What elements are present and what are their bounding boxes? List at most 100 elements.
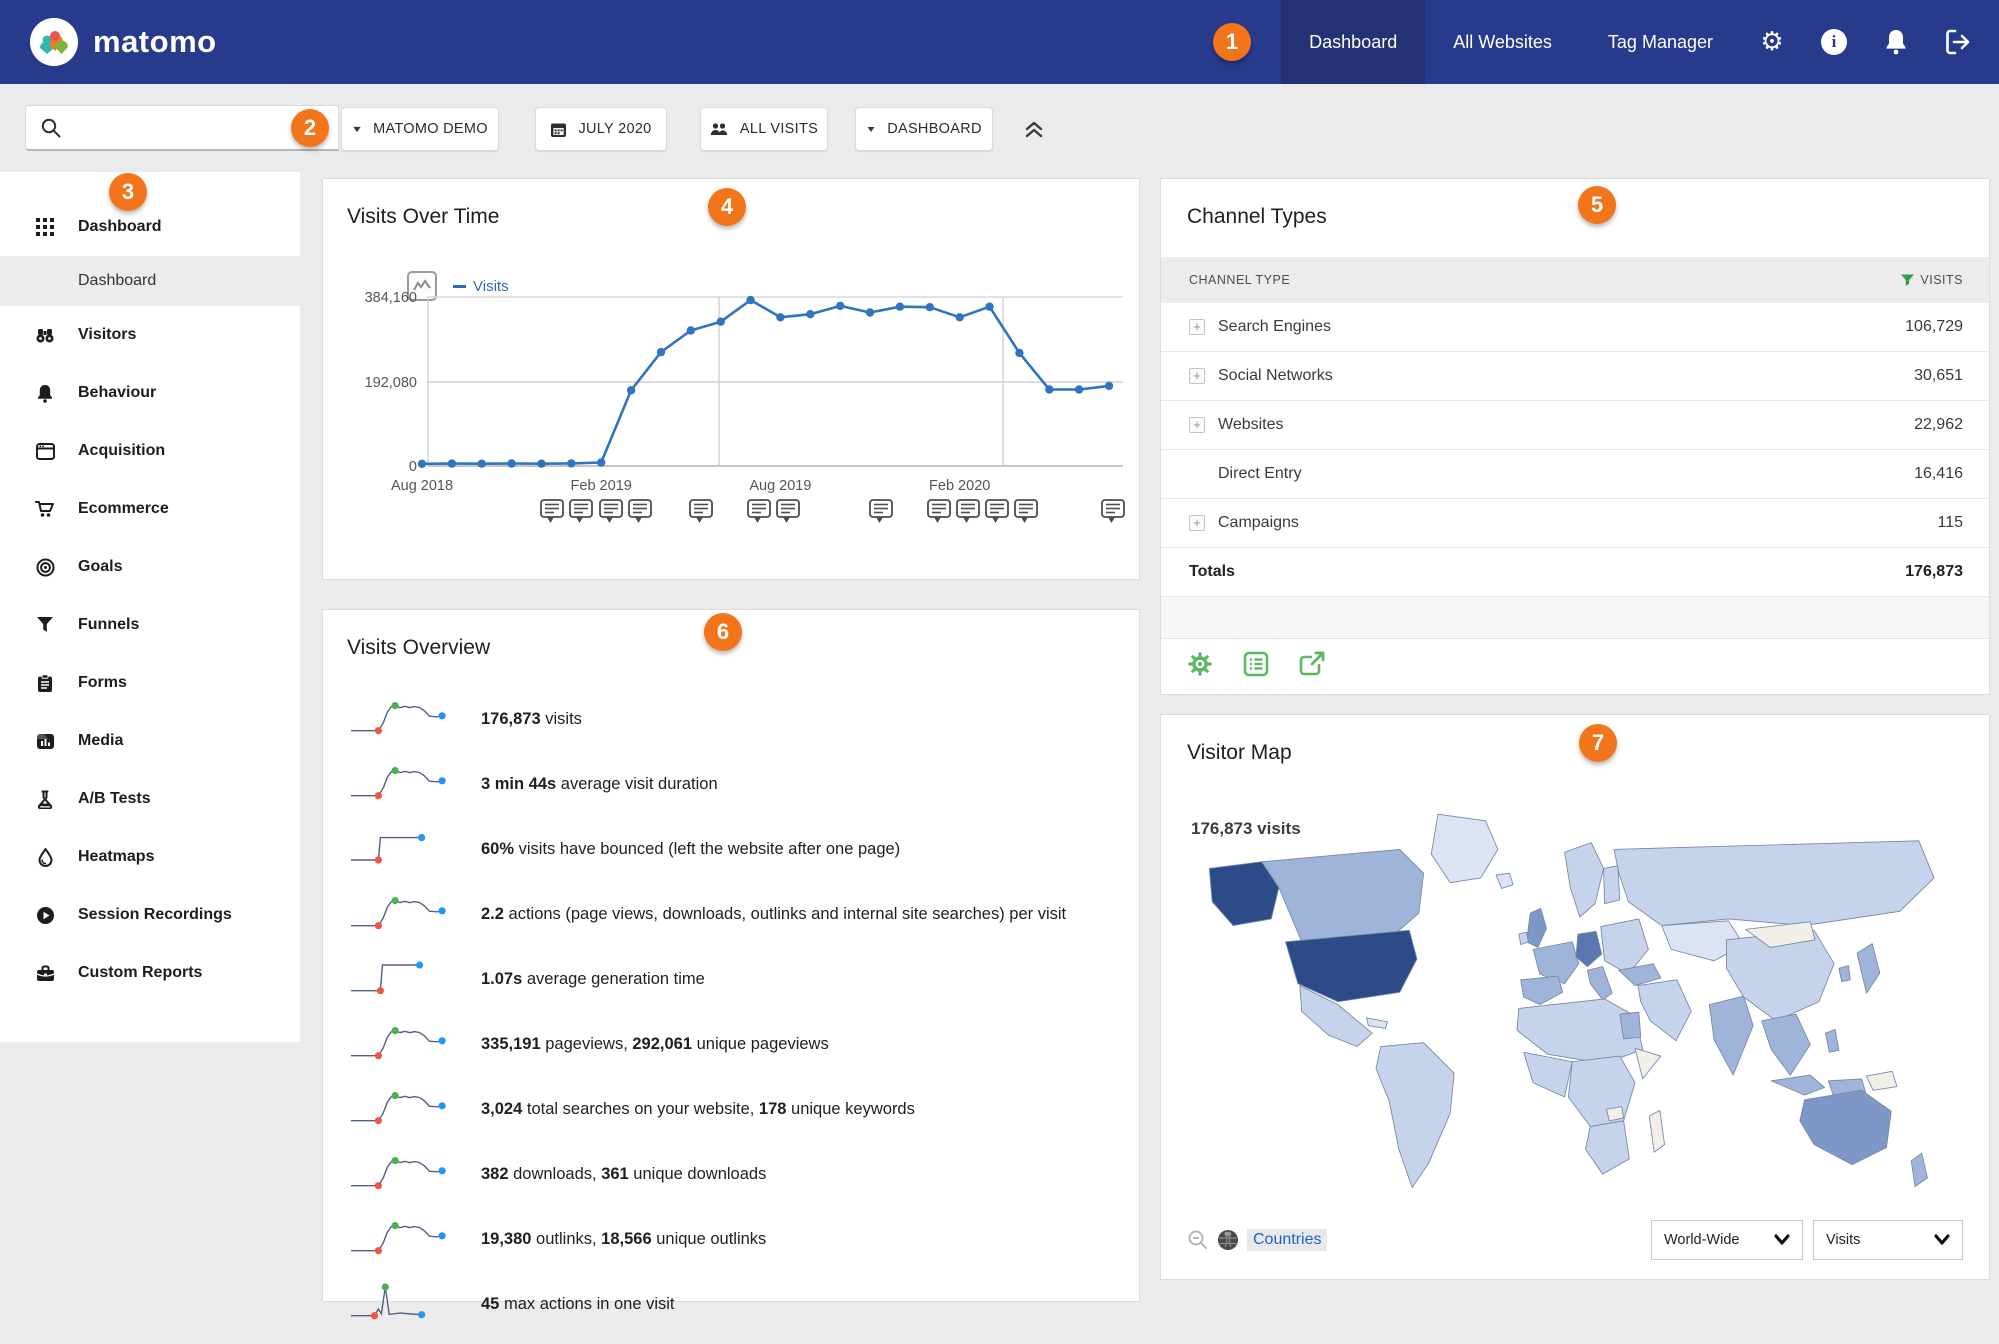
gear-icon[interactable] [1187, 651, 1213, 677]
period-selector[interactable]: JULY 2020 [535, 107, 667, 151]
callout-badge-2: 2 [291, 109, 329, 147]
table-icon[interactable] [1243, 651, 1269, 677]
svg-text:Feb 2020: Feb 2020 [929, 478, 990, 494]
overview-row: 382 downloads, 361 unique downloads [347, 1149, 1117, 1200]
svg-text:384,160: 384,160 [365, 290, 417, 306]
visits-over-time-widget: Visits Over Time Visits 384,160192,0800A… [322, 178, 1140, 580]
sidebar-item-dashboard[interactable]: Dashboard [0, 198, 300, 256]
svg-text:Feb 2019: Feb 2019 [571, 478, 632, 494]
overview-row: 3 min 44s average visit duration [347, 759, 1117, 810]
zoom-out-icon[interactable] [1187, 1229, 1209, 1251]
gear-icon[interactable]: ⚙ [1741, 0, 1803, 84]
matomo-logo[interactable]: matomo [30, 18, 217, 66]
collapse-icon[interactable] [1022, 117, 1046, 146]
sidebar-item-ecommerce[interactable]: Ecommerce [0, 480, 300, 538]
metric-select[interactable]: Visits [1813, 1220, 1963, 1260]
sidebar-item-a-b-tests[interactable]: A/B Tests [0, 770, 300, 828]
expand-icon[interactable]: + [1189, 515, 1205, 531]
region-select[interactable]: World-Wide [1651, 1220, 1803, 1260]
sidebar-item-label: Dashboard [78, 218, 162, 236]
info-icon[interactable]: i [1803, 0, 1865, 84]
column-visits[interactable]: VISITS [1900, 273, 1963, 288]
sidebar-item-acquisition[interactable]: Acquisition [0, 422, 300, 480]
people-icon [710, 122, 729, 137]
widget-title: Channel Types [1187, 205, 1327, 229]
sidebar-item-behaviour[interactable]: Behaviour [0, 364, 300, 422]
nav-icon-group: ⚙ i [1741, 0, 1999, 84]
sparkline[interactable] [347, 954, 459, 1000]
sidebar-item-label: Visitors [78, 326, 136, 344]
sparkline[interactable] [347, 759, 459, 805]
sparkline[interactable] [347, 1279, 459, 1325]
caret-down-icon [868, 127, 875, 132]
svg-text:Aug 2018: Aug 2018 [391, 478, 453, 494]
nav-item-dashboard[interactable]: Dashboard [1281, 0, 1425, 84]
channel-row-campaigns[interactable]: +Campaigns115 [1161, 499, 1989, 548]
sidebar-item-label: Dashboard [78, 272, 156, 290]
sidebar-item-goals[interactable]: Goals [0, 538, 300, 596]
signout-icon[interactable] [1927, 0, 1989, 84]
brand-wordmark: matomo [93, 24, 217, 60]
sidebar-item-funnels[interactable]: Funnels [0, 596, 300, 654]
sidebar-item-forms[interactable]: Forms [0, 654, 300, 712]
bell-icon[interactable] [1865, 0, 1927, 84]
column-channel-type[interactable]: CHANNEL TYPE [1189, 273, 1290, 287]
search-input[interactable] [72, 119, 322, 136]
top-navbar: matomo DashboardAll WebsitesTag Manager … [0, 0, 1999, 84]
site-selector[interactable]: MATOMO DEMO [341, 107, 499, 151]
overview-metric-text: 382 downloads, 361 unique downloads [481, 1163, 1091, 1187]
expand-icon[interactable]: + [1189, 368, 1205, 384]
overview-metric-text: 19,380 outlinks, 18,566 unique outlinks [481, 1228, 1091, 1252]
widget-footer-icons [1187, 651, 1326, 677]
sidebar-item-dashboard-sub[interactable]: Dashboard [0, 256, 300, 306]
export-icon[interactable] [1299, 651, 1326, 677]
globe-icon[interactable] [1217, 1229, 1239, 1251]
nav-item-all-websites[interactable]: All Websites [1425, 0, 1580, 84]
expand-icon[interactable]: + [1189, 417, 1205, 433]
channel-row-search-engines[interactable]: +Search Engines106,729 [1161, 303, 1989, 352]
overview-metric-text: 3,024 total searches on your website, 17… [481, 1098, 1091, 1122]
sparkline[interactable] [347, 889, 459, 935]
sparkline[interactable] [347, 1019, 459, 1065]
channel-row-totals[interactable]: Totals176,873 [1161, 548, 1989, 597]
sparkline[interactable] [347, 1149, 459, 1195]
sidebar-item-media[interactable]: Media [0, 712, 300, 770]
sidebar-item-label: Funnels [78, 616, 139, 634]
sidebar-item-session-recordings[interactable]: Session Recordings [0, 886, 300, 944]
segment-selector[interactable]: ALL VISITS [700, 107, 828, 151]
visits-line-chart[interactable]: 384,160192,0800Aug 2018Feb 2019Aug 2019F… [323, 179, 1139, 579]
funnel-icon [34, 614, 56, 636]
primary-nav: DashboardAll WebsitesTag Manager [1281, 0, 1741, 84]
sidebar-item-visitors[interactable]: Visitors [0, 306, 300, 364]
sparkline[interactable] [347, 1084, 459, 1130]
overview-row: 60% visits have bounced (left the websit… [347, 824, 1117, 875]
channel-row-direct-entry[interactable]: Direct Entry16,416 [1161, 450, 1989, 499]
channel-types-widget: Channel Types CHANNEL TYPE VISITS +Searc… [1160, 178, 1990, 695]
sparkline[interactable] [347, 694, 459, 740]
sparkline[interactable] [347, 824, 459, 870]
sidebar-item-custom-reports[interactable]: Custom Reports [0, 944, 300, 1002]
sidebar-item-label: Acquisition [78, 442, 165, 460]
nav-item-tag-manager[interactable]: Tag Manager [1580, 0, 1741, 84]
sparkline[interactable] [347, 1214, 459, 1260]
table-footer-separator [1161, 597, 1989, 639]
sidebar-item-label: Heatmaps [78, 848, 154, 866]
sidebar-item-label: Custom Reports [78, 964, 202, 982]
channel-row-social-networks[interactable]: +Social Networks30,651 [1161, 352, 1989, 401]
dashboard-selector[interactable]: DASHBOARD [855, 107, 993, 151]
channel-row-websites[interactable]: +Websites22,962 [1161, 401, 1989, 450]
countries-link[interactable]: Countries [1247, 1229, 1327, 1251]
world-map[interactable] [1173, 797, 1979, 1197]
segment-selector-label: ALL VISITS [740, 121, 818, 137]
overview-metric-text: 335,191 pageviews, 292,061 unique pagevi… [481, 1033, 1091, 1057]
channel-visits-value: 115 [1937, 514, 1963, 532]
channel-visits-value: 16,416 [1914, 465, 1963, 483]
media-icon [34, 730, 56, 752]
sidebar-item-label: Ecommerce [78, 500, 169, 518]
expand-icon[interactable]: + [1189, 319, 1205, 335]
play-icon [34, 904, 56, 926]
sidebar-item-label: Session Recordings [78, 906, 232, 924]
sidebar-item-label: Behaviour [78, 384, 156, 402]
sidebar-item-heatmaps[interactable]: Heatmaps [0, 828, 300, 886]
svg-text:192,080: 192,080 [365, 375, 417, 391]
